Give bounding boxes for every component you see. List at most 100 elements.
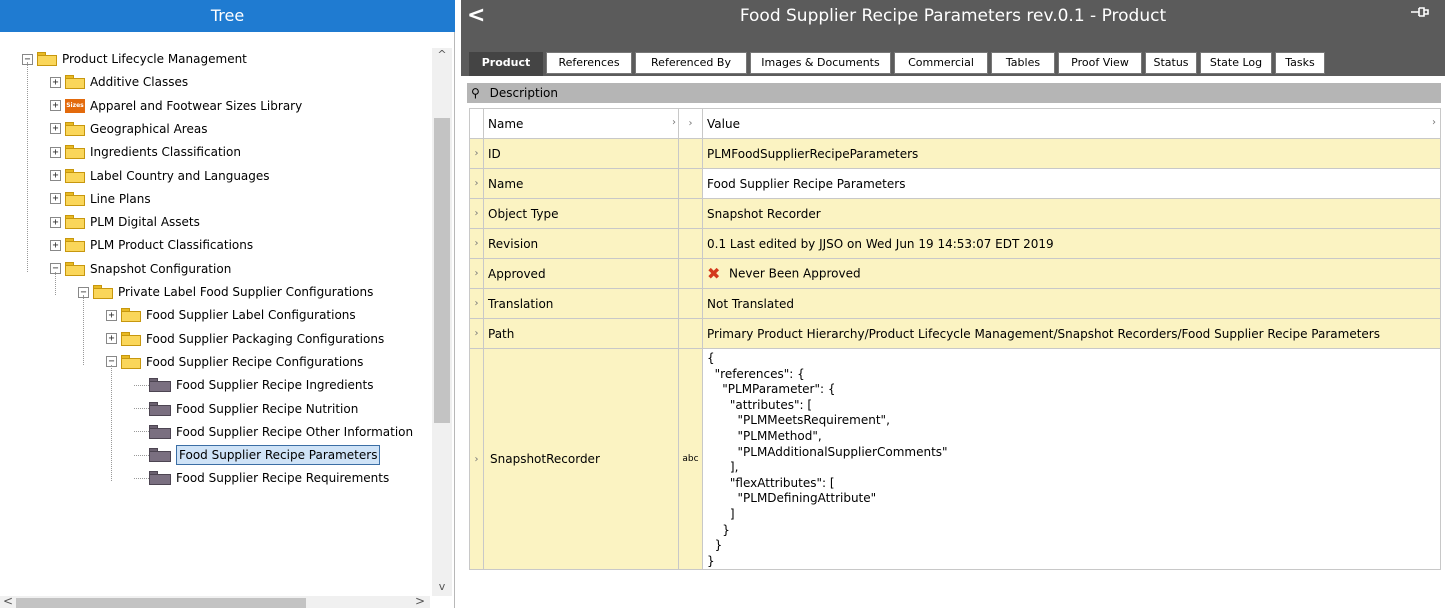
scroll-right-arrow-icon[interactable]: > — [412, 594, 428, 608]
tree-item-label[interactable]: Food Supplier Packaging Configurations — [146, 328, 384, 350]
tab-references[interactable]: References — [546, 52, 632, 74]
row-expand-icon[interactable]: › — [469, 228, 484, 259]
tree-item[interactable]: + Label Country and Languages — [50, 165, 270, 187]
scrollbar-thumb[interactable] — [434, 118, 450, 423]
tree-item-label[interactable]: Geographical Areas — [90, 118, 207, 140]
tree-item-label[interactable]: Apparel and Footwear Sizes Library — [90, 95, 302, 117]
property-value[interactable]: ✖ Never Been Approved — [702, 258, 1441, 289]
property-value[interactable]: Not Translated — [702, 288, 1441, 319]
row-expand-icon[interactable]: › — [469, 347, 484, 571]
table-row[interactable]: › Approved ✖ Never Been Approved — [469, 258, 1441, 289]
row-expand-icon[interactable]: › — [469, 168, 484, 199]
row-expand-icon[interactable]: › — [469, 318, 484, 349]
property-type — [678, 288, 703, 319]
tab-proof-view[interactable]: Proof View — [1058, 52, 1142, 74]
table-row[interactable]: › Object Type Snapshot Recorder — [469, 198, 1441, 229]
tree-item[interactable]: + Food Supplier Label Configurations — [106, 304, 356, 326]
tab-referenced-by[interactable]: Referenced By — [635, 52, 747, 74]
expand-icon[interactable]: + — [106, 333, 117, 345]
column-header-name[interactable]: Name › — [483, 108, 679, 139]
tree-item[interactable]: + Geographical Areas — [50, 118, 207, 140]
expand-icon[interactable]: + — [50, 239, 61, 251]
tree-item[interactable]: − Product Lifecycle Management — [22, 48, 247, 70]
tree-item[interactable]: + PLM Product Classifications — [50, 234, 253, 256]
scroll-up-arrow-icon[interactable]: ^ — [432, 48, 452, 64]
tree-connector — [55, 271, 56, 295]
tree-item-label[interactable]: Snapshot Configuration — [90, 258, 231, 280]
tab-images-documents[interactable]: Images & Documents — [750, 52, 891, 74]
tree-item-label[interactable]: Private Label Food Supplier Configuratio… — [118, 281, 373, 303]
table-row[interactable]: › ID PLMFoodSupplierRecipeParameters — [469, 138, 1441, 169]
tree-item-label[interactable]: Product Lifecycle Management — [62, 48, 247, 70]
property-value-text: 0.1 Last edited by JJSO on Wed Jun 19 14… — [707, 236, 1054, 251]
expand-icon[interactable]: + — [50, 216, 61, 228]
scroll-left-arrow-icon[interactable]: < — [0, 594, 16, 608]
expand-icon[interactable]: + — [50, 100, 61, 112]
tree-vertical-scrollbar[interactable]: ^ v — [432, 48, 452, 596]
tab-state-log[interactable]: State Log — [1200, 52, 1272, 74]
tree-item[interactable]: + PLM Digital Assets — [50, 211, 200, 233]
tree-item-label[interactable]: Food Supplier Recipe Requirements — [176, 467, 389, 489]
property-value[interactable]: Primary Product Hierarchy/Product Lifecy… — [702, 318, 1441, 349]
tree-item[interactable]: + Additive Classes — [50, 71, 188, 93]
expand-icon[interactable]: + — [50, 123, 61, 135]
tree-item[interactable]: + Ingredients Classification — [50, 141, 241, 163]
table-row[interactable]: › Name Food Supplier Recipe Parameters — [469, 168, 1441, 199]
tree-item[interactable]: Food Supplier Recipe Parameters — [134, 444, 381, 466]
expand-icon[interactable]: + — [50, 193, 61, 205]
tree-item[interactable]: Food Supplier Recipe Ingredients — [134, 374, 373, 396]
table-row[interactable]: › SnapshotRecorder abc{ "references": { "P… — [469, 347, 1441, 571]
tree-horizontal-scrollbar[interactable]: < > — [0, 594, 430, 608]
column-header-value[interactable]: Value › — [702, 108, 1441, 139]
pin-icon[interactable]: ⚲ — [471, 86, 480, 100]
tree-item[interactable]: − Private Label Food Supplier Configurati… — [78, 281, 373, 303]
tab-tables[interactable]: Tables — [991, 52, 1055, 74]
tree-item[interactable]: − Snapshot Configuration — [50, 258, 231, 280]
tree-item-label[interactable]: Food Supplier Recipe Ingredients — [176, 374, 373, 396]
description-section-header[interactable]: ⚲ Description — [467, 83, 1441, 103]
row-expand-icon[interactable]: › — [469, 138, 484, 169]
tree-item[interactable]: + Line Plans — [50, 188, 151, 210]
tab-tasks[interactable]: Tasks — [1275, 52, 1325, 74]
row-expand-icon[interactable]: › — [469, 288, 484, 319]
tree-item-label[interactable]: Additive Classes — [90, 71, 188, 93]
expand-icon[interactable]: + — [50, 170, 61, 181]
tab-status[interactable]: Status — [1145, 52, 1197, 74]
expand-icon[interactable]: + — [50, 76, 61, 88]
pin-icon[interactable] — [1409, 4, 1431, 26]
property-value[interactable]: Snapshot Recorder — [702, 198, 1441, 229]
tree-item-label[interactable]: PLM Digital Assets — [90, 211, 200, 233]
tree-item-label[interactable]: Label Country and Languages — [90, 165, 270, 187]
scroll-down-arrow-icon[interactable]: v — [432, 580, 452, 596]
tree-item[interactable]: + Sizes Apparel and Footwear Sizes Library — [50, 95, 302, 117]
row-expand-icon[interactable]: › — [469, 198, 484, 229]
snapshot-folder-icon — [149, 471, 171, 486]
expand-icon[interactable]: + — [50, 146, 61, 158]
tree-item[interactable]: Food Supplier Recipe Other Information — [134, 421, 413, 443]
table-row[interactable]: › Translation Not Translated — [469, 288, 1441, 319]
table-row[interactable]: › Revision 0.1 Last edited by JJSO on Wed … — [469, 228, 1441, 259]
row-expand-icon[interactable]: › — [469, 258, 484, 289]
tree-item[interactable]: Food Supplier Recipe Nutrition — [134, 398, 358, 420]
tree-item-label[interactable]: PLM Product Classifications — [90, 234, 253, 256]
property-value[interactable]: { "references": { "PLMParameter": { "att… — [702, 347, 1441, 571]
tab-commercial[interactable]: Commercial — [894, 52, 988, 74]
property-value[interactable]: 0.1 Last edited by JJSO on Wed Jun 19 14… — [702, 228, 1441, 259]
scrollbar-thumb[interactable] — [16, 598, 306, 608]
tree-item-label[interactable]: Food Supplier Label Configurations — [146, 304, 356, 326]
tree-item-label[interactable]: Food Supplier Recipe Configurations — [146, 351, 363, 373]
tree-item-label[interactable]: Ingredients Classification — [90, 141, 241, 163]
tree-item[interactable]: Food Supplier Recipe Requirements — [134, 467, 389, 489]
tree-item-label[interactable]: Food Supplier Recipe Parameters — [176, 445, 381, 466]
property-value[interactable]: Food Supplier Recipe Parameters — [702, 168, 1441, 199]
tree-item[interactable]: − Food Supplier Recipe Configurations — [106, 351, 363, 373]
tree-item-label[interactable]: Food Supplier Recipe Nutrition — [176, 398, 358, 420]
property-value[interactable]: PLMFoodSupplierRecipeParameters — [702, 138, 1441, 169]
tab-product[interactable]: Product — [469, 52, 543, 76]
expand-icon[interactable]: + — [106, 309, 117, 321]
tree-item-label[interactable]: Food Supplier Recipe Other Information — [176, 421, 413, 443]
tree-item-label[interactable]: Line Plans — [90, 188, 151, 210]
tree-item[interactable]: + Food Supplier Packaging Configurations — [106, 328, 384, 350]
table-row[interactable]: › Path Primary Product Hierarchy/Product L… — [469, 318, 1441, 349]
tree-connector — [134, 384, 149, 386]
